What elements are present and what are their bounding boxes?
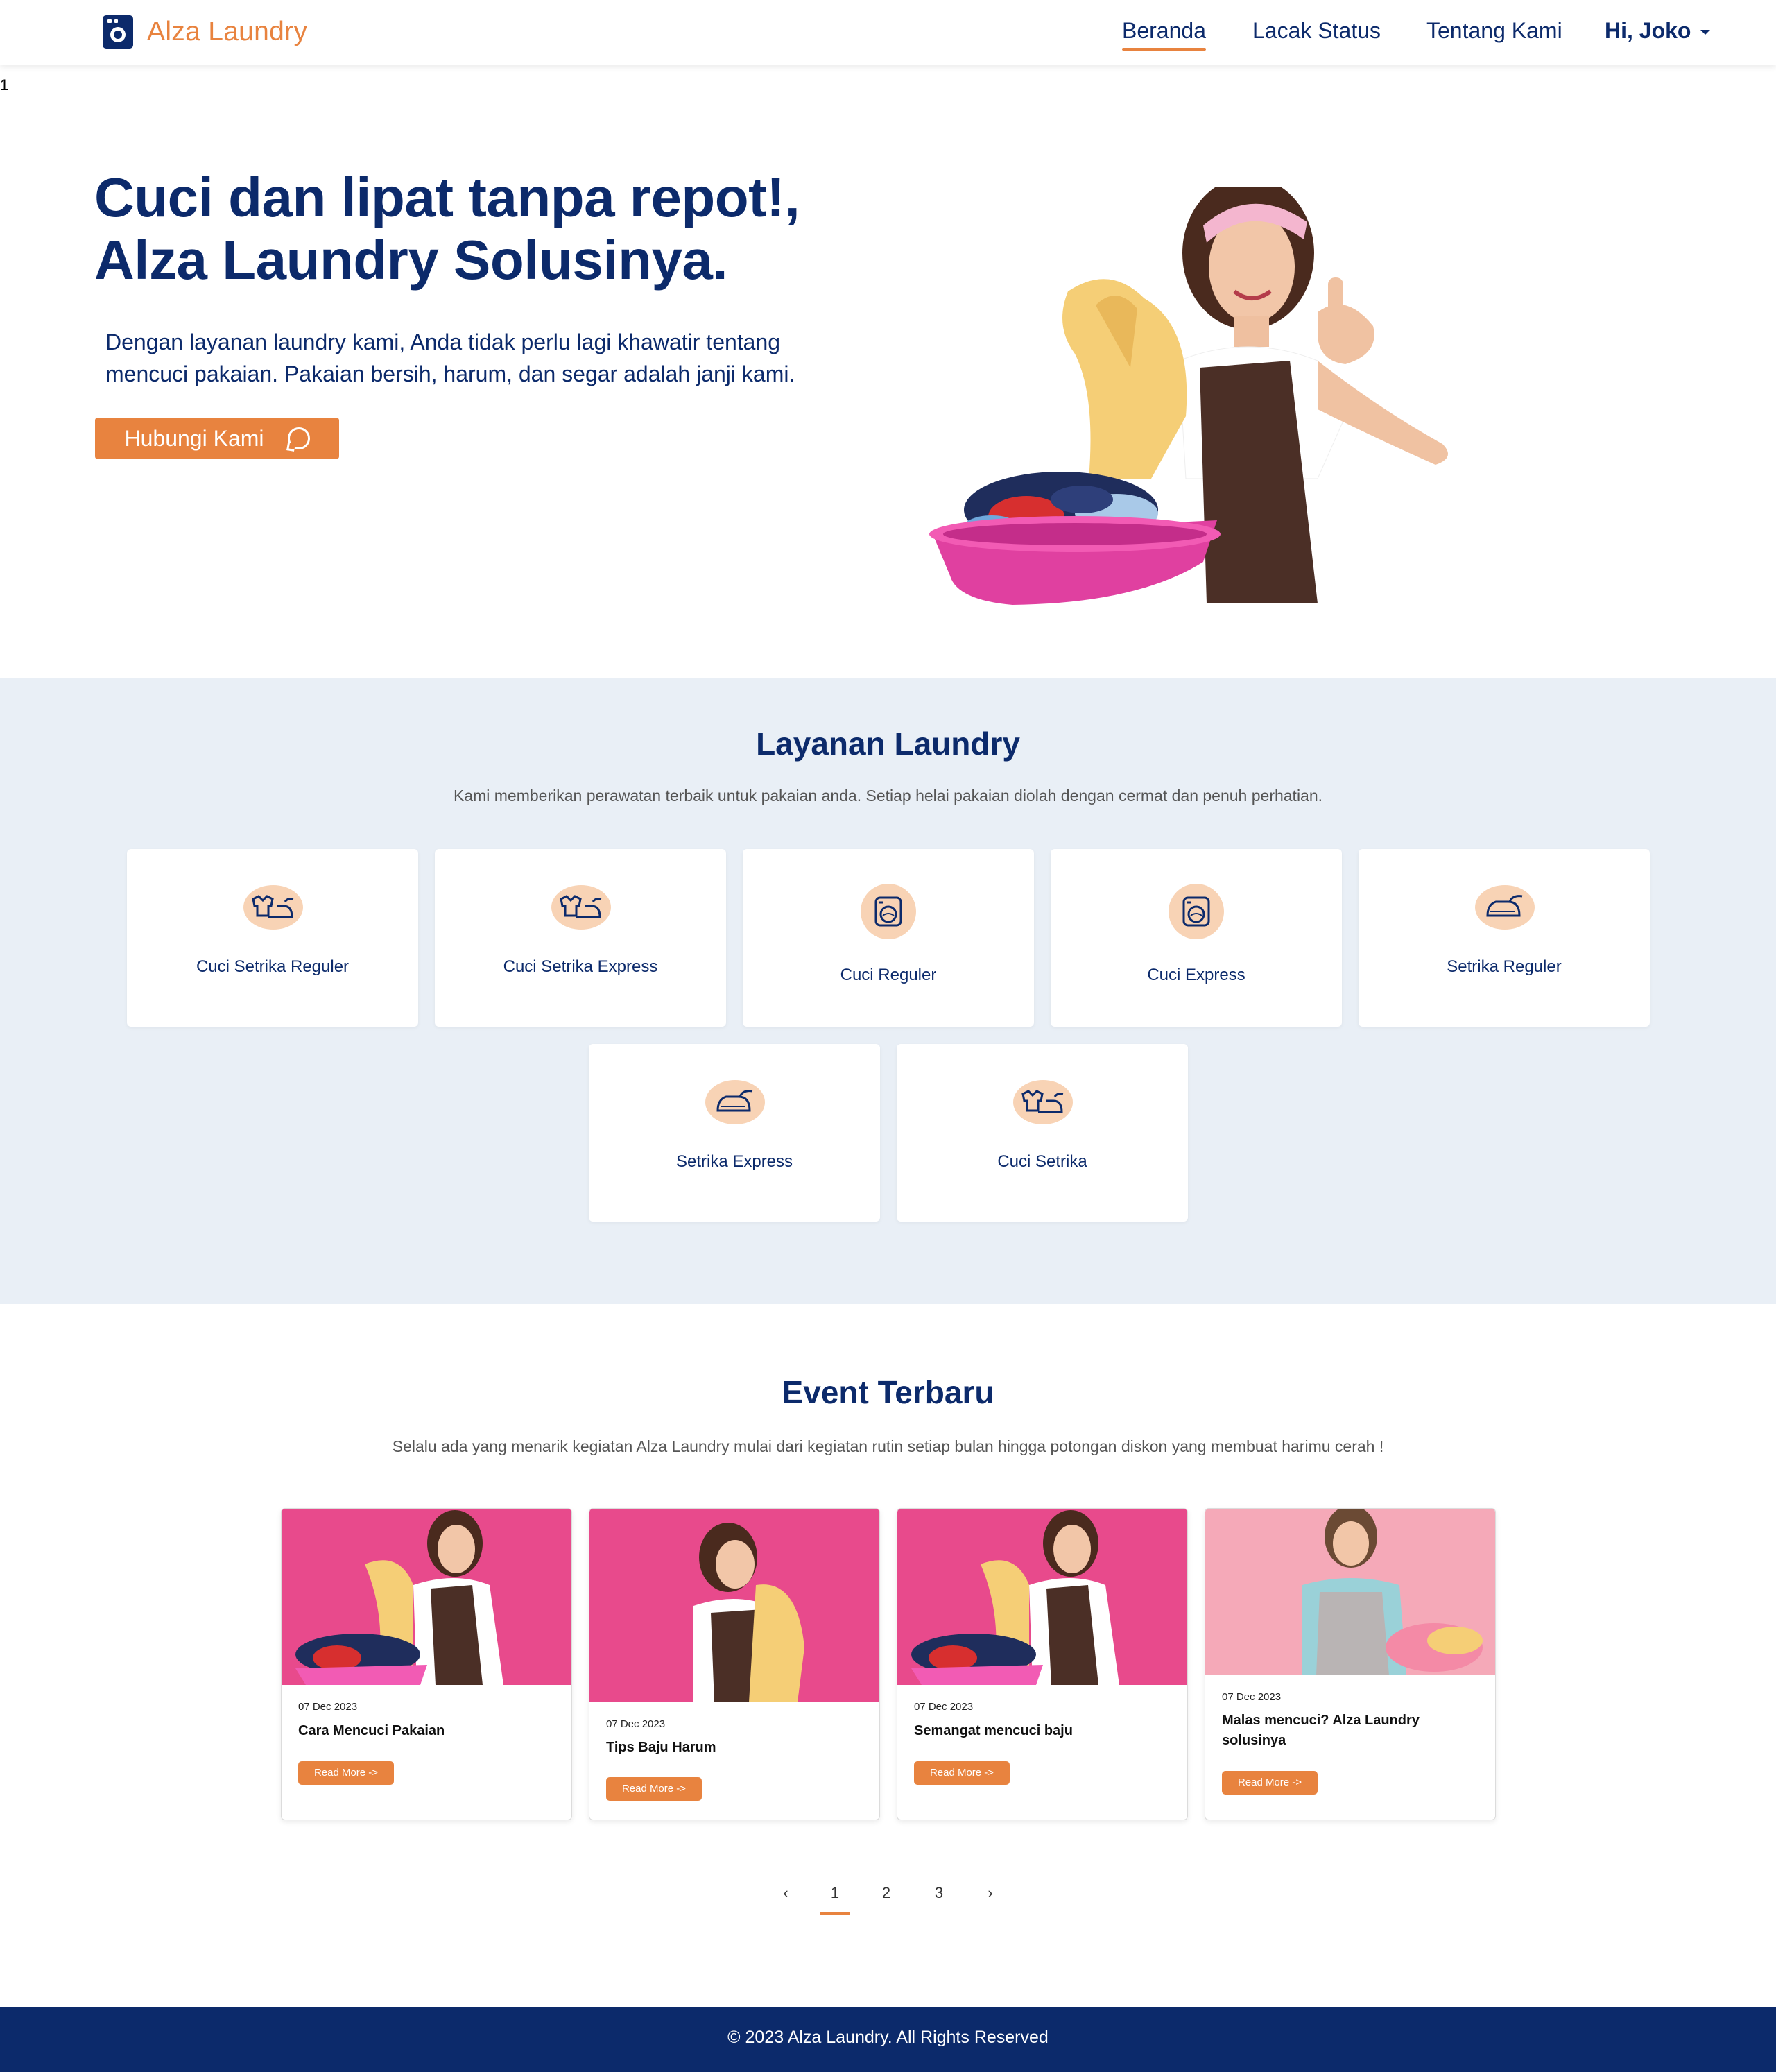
read-more-button[interactable]: Read More ->: [1222, 1771, 1318, 1795]
contact-button[interactable]: Hubungi Kami: [95, 418, 339, 459]
contact-button-label: Hubungi Kami: [124, 425, 264, 451]
stray-text: 1: [0, 76, 9, 94]
event-date: 07 Dec 2023: [606, 1718, 666, 1730]
whatsapp-icon: [287, 427, 310, 449]
brand-logo[interactable]: Alza Laundry: [103, 15, 307, 49]
service-label: Cuci Express: [1147, 966, 1245, 984]
event-title: Cara Mencuci Pakaian: [298, 1723, 445, 1738]
user-menu-dropdown[interactable]: Hi, Joko: [1605, 18, 1711, 44]
hero-image-woman-laundry: [929, 187, 1448, 605]
event-title: Semangat mencuci baju: [914, 1723, 1073, 1738]
services-subtitle: Kami memberikan perawatan terbaik untuk …: [453, 787, 1323, 805]
event-date: 07 Dec 2023: [914, 1701, 974, 1713]
event-title: Malas mencuci? Alza Laundry solusinya: [1222, 1713, 1420, 1748]
iron-clothes-icon: [1013, 1080, 1073, 1124]
user-greeting: Hi, Joko: [1605, 18, 1691, 43]
read-more-button[interactable]: Read More ->: [298, 1761, 394, 1785]
event-date: 07 Dec 2023: [1222, 1691, 1282, 1703]
pagination-page-1[interactable]: 1: [820, 1884, 850, 1915]
service-label: Cuci Setrika Express: [503, 957, 658, 976]
event-image: [897, 1509, 1187, 1685]
service-label: Cuci Setrika: [997, 1152, 1087, 1171]
pagination-page-3[interactable]: 3: [925, 1884, 953, 1902]
service-card-cuci-setrika-reguler[interactable]: Cuci Setrika Reguler: [127, 849, 418, 1027]
pagination-prev[interactable]: ‹: [772, 1884, 800, 1902]
events-title: Event Terbaru: [782, 1374, 994, 1410]
brand-name: Alza Laundry: [147, 17, 308, 46]
service-card-cuci-setrika-express[interactable]: Cuci Setrika Express: [435, 849, 726, 1027]
event-title: Tips Baju Harum: [606, 1740, 716, 1755]
iron-clothes-icon: [551, 885, 611, 930]
services-title: Layanan Laundry: [756, 726, 1020, 762]
footer-copyright: © 2023 Alza Laundry. All Rights Reserved: [727, 2028, 1049, 2047]
event-card[interactable]: 07 Dec 2023 Semangat mencuci baju Read M…: [897, 1508, 1188, 1820]
washing-machine-logo-icon: [103, 15, 133, 49]
service-card-cuci-reguler[interactable]: Cuci Reguler: [743, 849, 1034, 1027]
pagination-page-2[interactable]: 2: [872, 1884, 900, 1902]
navbar: Alza Laundry Beranda Lacak Status Tentan…: [0, 0, 1776, 65]
caret-down-icon: [1700, 30, 1711, 35]
event-image: [1205, 1509, 1495, 1675]
event-card[interactable]: 07 Dec 2023 Malas mencuci? Alza Laundry …: [1205, 1508, 1496, 1820]
service-card-setrika-reguler[interactable]: Setrika Reguler: [1359, 849, 1650, 1027]
event-card[interactable]: 07 Dec 2023 Tips Baju Harum Read More ->: [589, 1508, 880, 1820]
washing-machine-icon: [861, 884, 916, 939]
service-card-cuci-express[interactable]: Cuci Express: [1051, 849, 1342, 1027]
hero-title: Cuci dan lipat tanpa repot!, Alza Laundr…: [94, 166, 926, 291]
nav-link-lacak-status[interactable]: Lacak Status: [1252, 18, 1381, 44]
hero-description-line1: Dengan layanan laundry kami, Anda tidak …: [105, 329, 781, 354]
services-section: Layanan Laundry Kami memberikan perawata…: [0, 678, 1776, 1304]
service-card-cuci-setrika[interactable]: Cuci Setrika: [897, 1044, 1188, 1222]
washing-machine-icon: [1169, 884, 1224, 939]
hero-title-line1: Cuci dan lipat tanpa repot!,: [94, 166, 800, 228]
hero-description: Dengan layanan laundry kami, Anda tidak …: [105, 326, 903, 390]
event-image: [589, 1509, 879, 1702]
read-more-button[interactable]: Read More ->: [606, 1777, 702, 1801]
nav-link-tentang-kami[interactable]: Tentang Kami: [1426, 18, 1562, 44]
nav-link-beranda[interactable]: Beranda: [1122, 18, 1206, 51]
service-label: Cuci Reguler: [840, 966, 937, 984]
service-label: Setrika Express: [675, 1152, 793, 1171]
events-subtitle: Selalu ada yang menarik kegiatan Alza La…: [392, 1437, 1384, 1455]
read-more-button[interactable]: Read More ->: [914, 1761, 1010, 1785]
pagination-next[interactable]: ›: [976, 1884, 1004, 1902]
hero-title-line2: Alza Laundry Solusinya.: [94, 229, 728, 291]
footer: © 2023 Alza Laundry. All Rights Reserved: [0, 2007, 1776, 2072]
event-date: 07 Dec 2023: [298, 1701, 358, 1713]
event-image: [282, 1509, 571, 1685]
iron-icon: [1475, 885, 1535, 930]
service-label: Setrika Reguler: [1447, 957, 1562, 976]
iron-clothes-icon: [243, 885, 303, 930]
iron-icon: [705, 1080, 765, 1124]
service-label: Cuci Setrika Reguler: [196, 957, 350, 976]
hero-description-line2: mencuci pakaian. Pakaian bersih, harum, …: [105, 361, 795, 386]
service-card-setrika-express[interactable]: Setrika Express: [589, 1044, 880, 1222]
event-card[interactable]: 07 Dec 2023 Cara Mencuci Pakaian Read Mo…: [281, 1508, 572, 1820]
